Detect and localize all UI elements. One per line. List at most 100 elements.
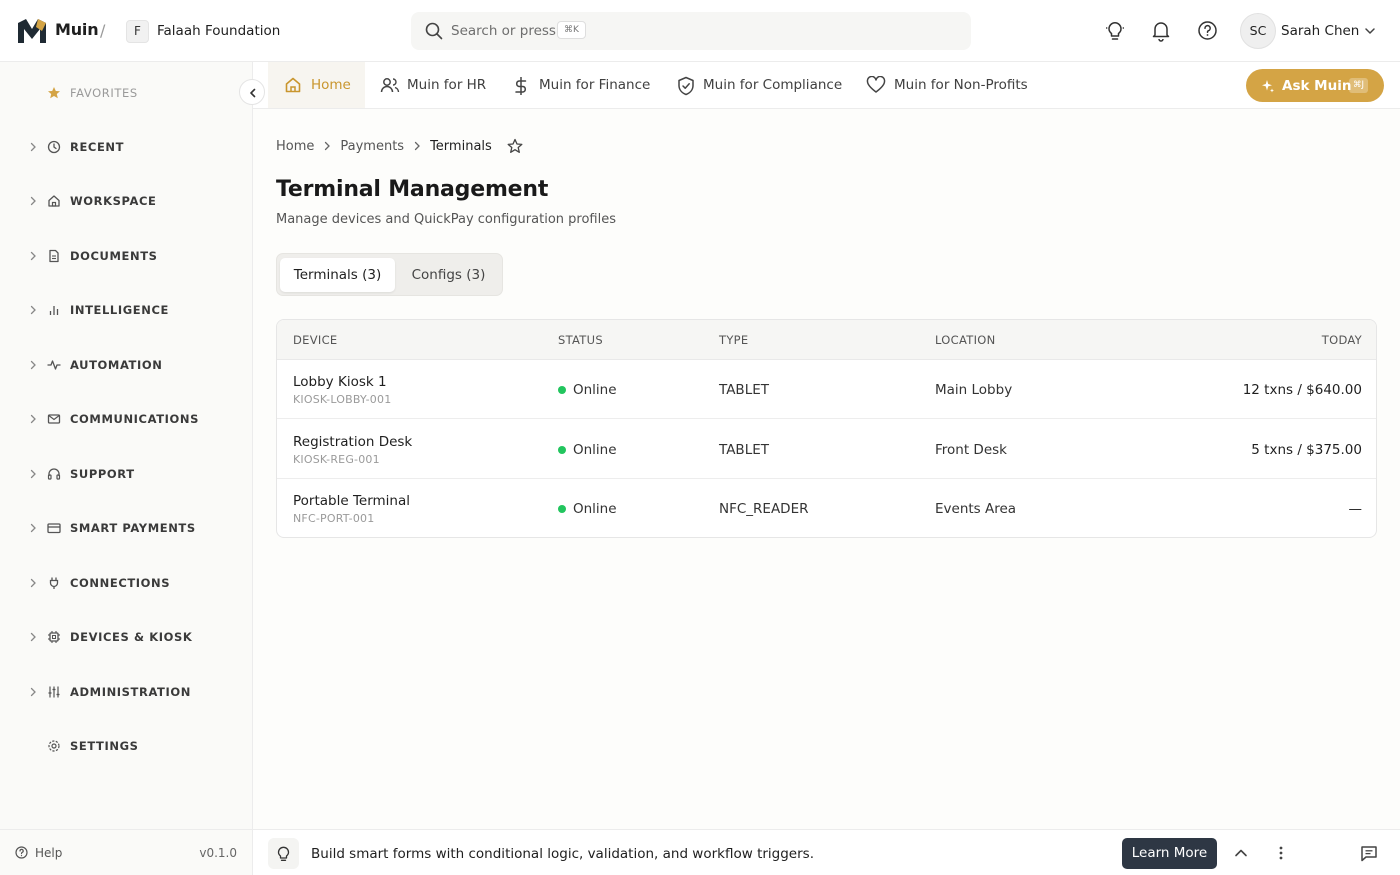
star-outline-icon[interactable] [507,138,523,154]
sidebar-item-devices-kiosk[interactable]: DEVICES & KIOSK [0,623,253,651]
sidebar-item-workspace[interactable]: WORKSPACE [0,187,253,215]
bar-chart-icon [47,303,61,317]
device-location: Front Desk [935,442,1007,458]
sidebar: FAVORITES RECENT WORKSPACE DOCUMENTS INT… [0,62,265,875]
tab-muin-for-compliance[interactable]: Muin for Compliance [669,62,844,108]
sidebar-item-label: SETTINGS [70,739,139,753]
chevron-up-icon[interactable] [1233,845,1249,861]
sidebar-item-smart-payments[interactable]: SMART PAYMENTS [0,514,253,542]
app-name[interactable]: Muin [55,20,99,39]
column-header-type[interactable]: TYPE [719,333,748,347]
headset-icon [47,467,61,481]
lightbulb-icon [268,838,299,869]
search-bar[interactable]: Search or press ⌘K [411,12,971,50]
tab-label: Muin for Finance [539,77,651,93]
chat-icon[interactable] [1360,845,1378,862]
chevron-right-icon [29,523,37,533]
sidebar-collapse-button[interactable] [239,79,265,105]
dollar-icon [513,76,529,96]
muin-logo-icon[interactable] [16,17,48,45]
user-menu[interactable]: SC Sarah Chen [1240,12,1388,50]
device-location: Events Area [935,501,1017,517]
header-separator: / [100,21,106,40]
chevron-right-icon [29,142,37,152]
breadcrumb-home[interactable]: Home [276,139,314,154]
search-placeholder: Search or press [451,23,556,39]
users-icon [380,76,400,94]
table-row[interactable]: Registration Desk KIOSK-REG-001 Online T… [277,420,1376,479]
tab-configs[interactable]: Configs (3) [397,258,500,292]
chevron-down-icon[interactable] [1364,25,1376,37]
tab-muin-for-finance[interactable]: Muin for Finance [505,62,653,108]
sidebar-item-intelligence[interactable]: INTELLIGENCE [0,296,253,324]
sidebar-item-automation[interactable]: AUTOMATION [0,351,253,379]
tab-muin-for-non-profits[interactable]: Muin for Non-Profits [858,62,1043,108]
sidebar-item-documents[interactable]: DOCUMENTS [0,242,253,270]
device-name[interactable]: Lobby Kiosk 1 [293,374,387,390]
chevron-left-icon [250,88,256,98]
tab-muin-for-hr[interactable]: Muin for HR [371,62,491,108]
status-dot-icon [558,446,566,454]
device-name[interactable]: Registration Desk [293,434,412,450]
tab-label: Muin for Compliance [703,77,843,93]
avatar[interactable]: SC [1240,13,1276,49]
sidebar-item-favorites[interactable]: FAVORITES [0,79,253,107]
learn-more-button[interactable]: Learn More [1122,838,1217,869]
user-name[interactable]: Sarah Chen [1281,23,1359,39]
tab-label: Muin for HR [407,77,487,93]
more-vertical-icon[interactable] [1273,845,1289,861]
device-id: KIOSK-LOBBY-001 [293,393,392,406]
column-header-status[interactable]: STATUS [558,333,603,347]
search-icon [425,22,443,40]
chevron-right-icon [29,687,37,697]
ask-muin-label: Ask Muin [1282,78,1352,94]
ask-muin-button[interactable]: Ask Muin ⌘J [1246,69,1384,102]
device-today: 12 txns / $640.00 [1242,382,1362,398]
device-type: TABLET [719,382,769,398]
sidebar-item-settings[interactable]: SETTINGS [0,732,253,760]
org-name[interactable]: Falaah Foundation [157,23,280,39]
help-circle-icon[interactable] [1197,20,1218,41]
sidebar-item-support[interactable]: SUPPORT [0,460,253,488]
module-tabs: Home Muin for HR Muin for Finance Muin f… [253,62,1400,109]
sidebar-item-label: FAVORITES [70,86,138,100]
device-name[interactable]: Portable Terminal [293,493,410,509]
sidebar-item-communications[interactable]: COMMUNICATIONS [0,405,253,433]
lightbulb-icon[interactable] [1105,20,1125,42]
chevron-right-icon [323,141,331,151]
device-location: Main Lobby [935,382,1013,398]
tab-label: Home [311,77,351,93]
top-bar: Muin / F Falaah Foundation Search or pre… [0,0,1400,62]
chevron-right-icon [29,632,37,642]
sidebar-item-recent[interactable]: RECENT [0,133,253,161]
plug-icon [47,576,61,590]
bell-icon[interactable] [1151,20,1171,42]
tab-label: Muin for Non-Profits [894,77,1028,93]
tab-home[interactable]: Home [268,62,365,108]
tab-terminals[interactable]: Terminals (3) [280,258,395,292]
sidebar-item-label: AUTOMATION [70,358,163,372]
help-link[interactable]: Help [35,846,62,860]
sidebar-item-connections[interactable]: CONNECTIONS [0,569,253,597]
sidebar-item-label: RECENT [70,140,125,154]
sparkle-icon [1261,79,1275,93]
sidebar-item-label: COMMUNICATIONS [70,412,199,426]
column-header-today[interactable]: TODAY [1322,333,1362,347]
column-header-device[interactable]: DEVICE [293,333,337,347]
help-circle-icon[interactable] [15,846,28,859]
sidebar-item-label: ADMINISTRATION [70,685,191,699]
heart-icon [866,76,886,94]
column-header-location[interactable]: LOCATION [935,333,996,347]
table-row[interactable]: Portable Terminal NFC-PORT-001 Online NF… [277,479,1376,537]
chevron-right-icon [413,141,421,151]
table-row[interactable]: Lobby Kiosk 1 KIOSK-LOBBY-001 Online TAB… [277,360,1376,419]
tip-text: Build smart forms with conditional logic… [311,846,814,862]
breadcrumb-payments[interactable]: Payments [340,139,404,154]
org-badge[interactable]: F [126,20,149,43]
chevron-right-icon [29,251,37,261]
device-status: Online [573,501,617,517]
breadcrumb-terminals: Terminals [430,138,492,154]
credit-card-icon [47,521,61,535]
sidebar-item-administration[interactable]: ADMINISTRATION [0,678,253,706]
main-content: Home Payments Terminals Terminal Managem… [253,109,1400,829]
